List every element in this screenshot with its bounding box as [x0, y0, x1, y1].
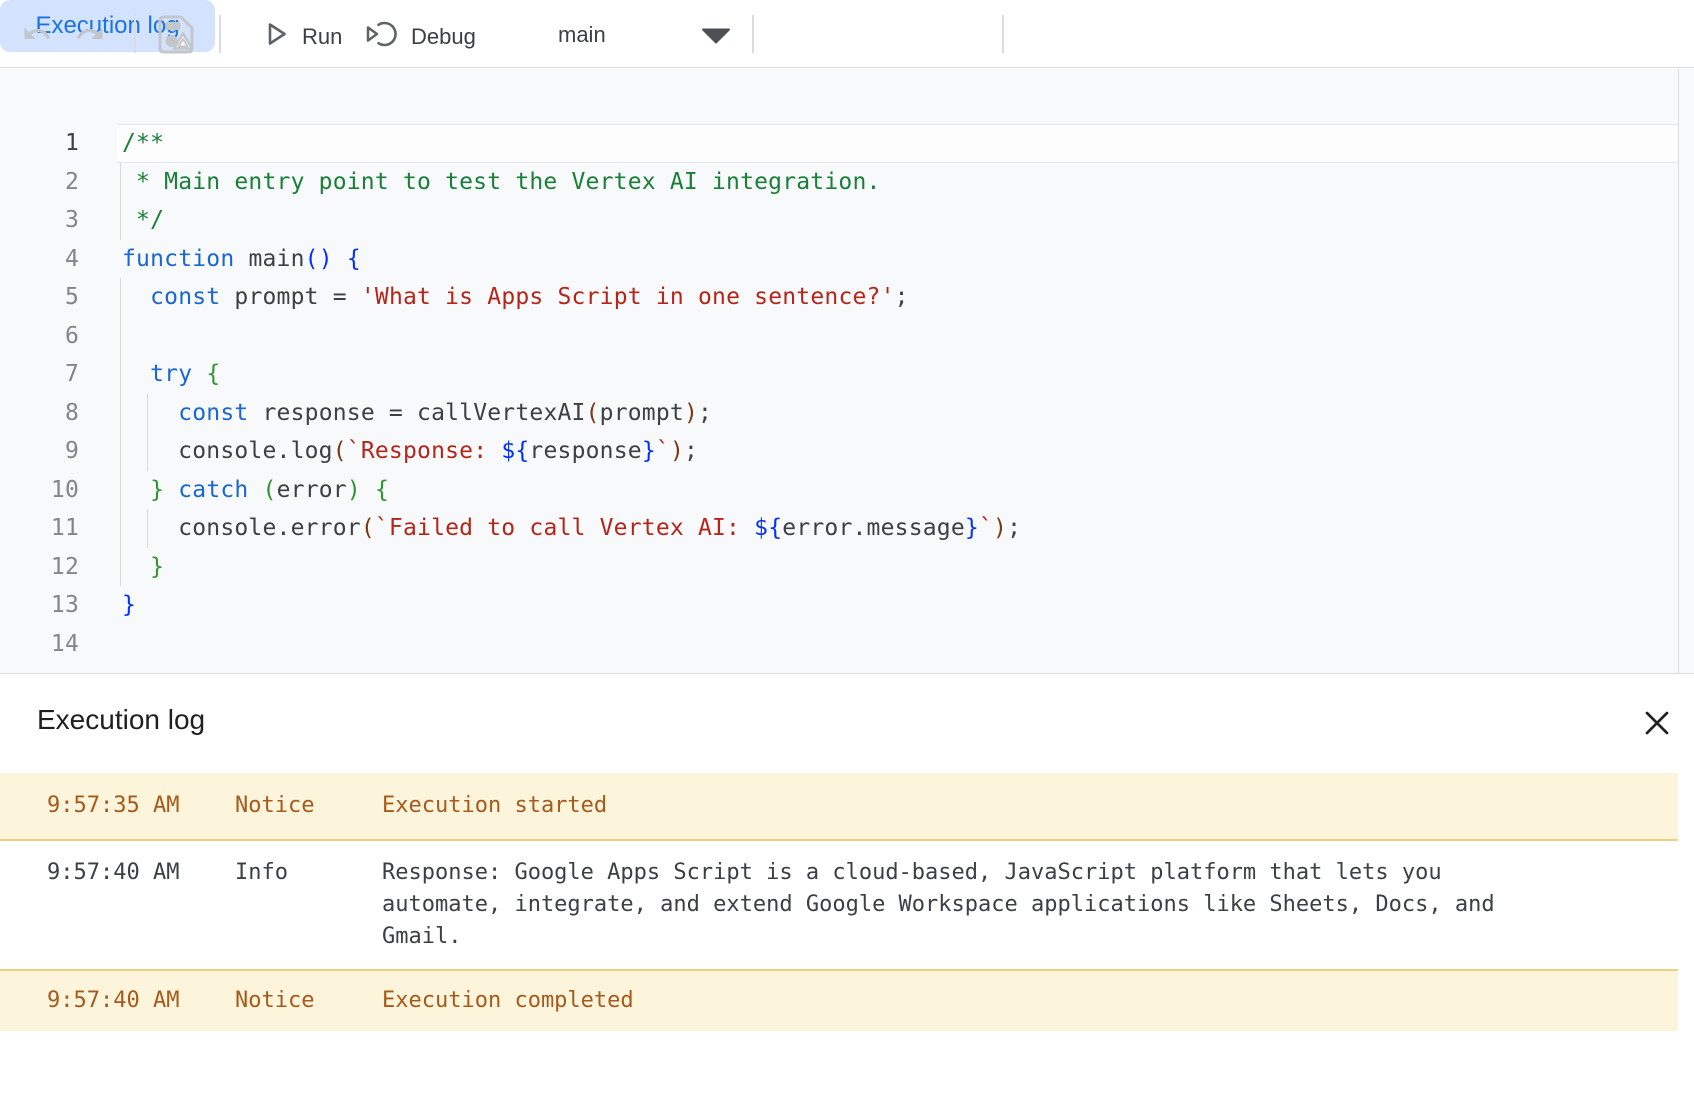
- debug-label: Debug: [411, 24, 476, 50]
- line-number: 10: [0, 471, 79, 510]
- code-text: console.log(`Response: ${response}`);: [122, 432, 698, 471]
- save-project-button[interactable]: [156, 13, 196, 61]
- run-button[interactable]: Run: [261, 19, 342, 55]
- editor-scrollbar-border: [1678, 69, 1679, 673]
- line-number: 7: [0, 355, 79, 394]
- toolbar-divider: [752, 15, 754, 53]
- undo-button[interactable]: [22, 19, 52, 55]
- log-entry-row: 9:57:40 AMInfoResponse: Google Apps Scri…: [0, 839, 1678, 969]
- redo-button[interactable]: [75, 19, 105, 55]
- log-entry-row: 9:57:35 AMNoticeExecution started: [0, 773, 1678, 839]
- code-text: }: [122, 548, 164, 587]
- log-message: Execution completed: [382, 985, 1547, 1017]
- code-line: 4 function main() {: [0, 240, 1694, 279]
- toolbar-divider: [134, 15, 136, 53]
- code-text: * Main entry point to test the Vertex AI…: [122, 163, 881, 202]
- debug-button[interactable]: Debug: [364, 16, 476, 58]
- line-number: 1: [0, 124, 79, 163]
- code-text: try {: [122, 355, 220, 394]
- current-line-highlight: [117, 124, 1678, 163]
- code-line: 8 const response = callVertexAI(prompt);: [0, 394, 1694, 433]
- code-line: 14: [0, 625, 1694, 664]
- log-timestamp: 9:57:40 AM: [0, 857, 235, 889]
- line-number: 11: [0, 509, 79, 548]
- code-text: /**: [122, 124, 164, 163]
- close-execution-log-button[interactable]: [1638, 705, 1676, 743]
- line-number: 14: [0, 625, 79, 664]
- code-text: */: [122, 201, 164, 240]
- function-dropdown-arrow-icon[interactable]: [700, 27, 732, 50]
- code-line: 5 const prompt = 'What is Apps Script in…: [0, 278, 1694, 317]
- indent-guide: [120, 163, 121, 202]
- toolbar: Run Debug main Execution log: [0, 0, 1694, 68]
- line-number: 2: [0, 163, 79, 202]
- line-number: 9: [0, 432, 79, 471]
- toolbar-divider: [1002, 15, 1004, 53]
- code-text: function main() {: [122, 240, 361, 279]
- line-number: 6: [0, 317, 79, 356]
- code-line: 2 * Main entry point to test the Vertex …: [0, 163, 1694, 202]
- log-entry-row: 9:57:40 AMNoticeExecution completed: [0, 969, 1678, 1031]
- code-line: 13}: [0, 586, 1694, 625]
- code-line: 1 /**: [0, 124, 1694, 163]
- code-line: 7 try {: [0, 355, 1694, 394]
- indent-guide: [120, 355, 121, 394]
- undo-icon: [22, 19, 52, 55]
- indent-guide: [120, 432, 121, 471]
- code-line: 12 }: [0, 548, 1694, 587]
- indent-guide: [120, 509, 121, 548]
- code-line: 3 */: [0, 201, 1694, 240]
- indent-guide: [120, 394, 121, 433]
- log-timestamp: 9:57:40 AM: [0, 985, 235, 1017]
- debug-icon: [364, 16, 400, 58]
- log-level: Notice: [235, 790, 382, 822]
- log-message: Execution started: [382, 790, 1547, 822]
- line-number: 3: [0, 201, 79, 240]
- code-line: 10 } catch (error) {: [0, 471, 1694, 510]
- code-text: const prompt = 'What is Apps Script in o…: [122, 278, 909, 317]
- code-line: 9 console.log(`Response: ${response}`);: [0, 432, 1694, 471]
- redo-icon: [75, 19, 105, 55]
- execution-log-title: Execution log: [37, 702, 205, 738]
- indent-guide: [120, 278, 121, 317]
- apps-script-ide: Run Debug main Execution log 1/**2 * Mai…: [0, 0, 1694, 1098]
- code-line: 11 console.error(`Failed to call Vertex …: [0, 509, 1694, 548]
- function-selector[interactable]: main: [558, 22, 606, 48]
- log-level: Info: [235, 857, 382, 889]
- line-number: 8: [0, 394, 79, 433]
- line-number: 13: [0, 586, 79, 625]
- code-editor[interactable]: 1/**2 * Main entry point to test the Ver…: [0, 69, 1694, 674]
- code-text: console.error(`Failed to call Vertex AI:…: [122, 509, 1021, 548]
- code-text: const response = callVertexAI(prompt);: [122, 394, 712, 433]
- selected-function-label: main: [558, 22, 606, 48]
- log-message: Response: Google Apps Script is a cloud-…: [382, 857, 1547, 953]
- line-number: 5: [0, 278, 79, 317]
- toolbar-divider: [219, 15, 221, 53]
- execution-log-panel: Execution log 9:57:35 AMNoticeExecution …: [0, 675, 1694, 1098]
- code-lines: 1/**2 * Main entry point to test the Ver…: [0, 124, 1694, 663]
- close-icon: [1642, 708, 1672, 741]
- run-label: Run: [302, 24, 342, 50]
- code-line: 6: [0, 317, 1694, 356]
- log-level: Notice: [235, 985, 382, 1017]
- execution-log-entries: 9:57:35 AMNoticeExecution started9:57:40…: [0, 773, 1678, 1031]
- run-play-icon: [261, 19, 291, 55]
- line-number: 4: [0, 240, 79, 279]
- indent-guide: [120, 548, 121, 587]
- log-timestamp: 9:57:35 AM: [0, 790, 235, 822]
- indent-guide: [120, 471, 121, 510]
- line-number: 12: [0, 548, 79, 587]
- code-text: } catch (error) {: [122, 471, 389, 510]
- save-icon: [156, 13, 196, 61]
- indent-guide: [120, 317, 121, 356]
- code-text: }: [122, 586, 136, 625]
- indent-guide: [120, 201, 121, 240]
